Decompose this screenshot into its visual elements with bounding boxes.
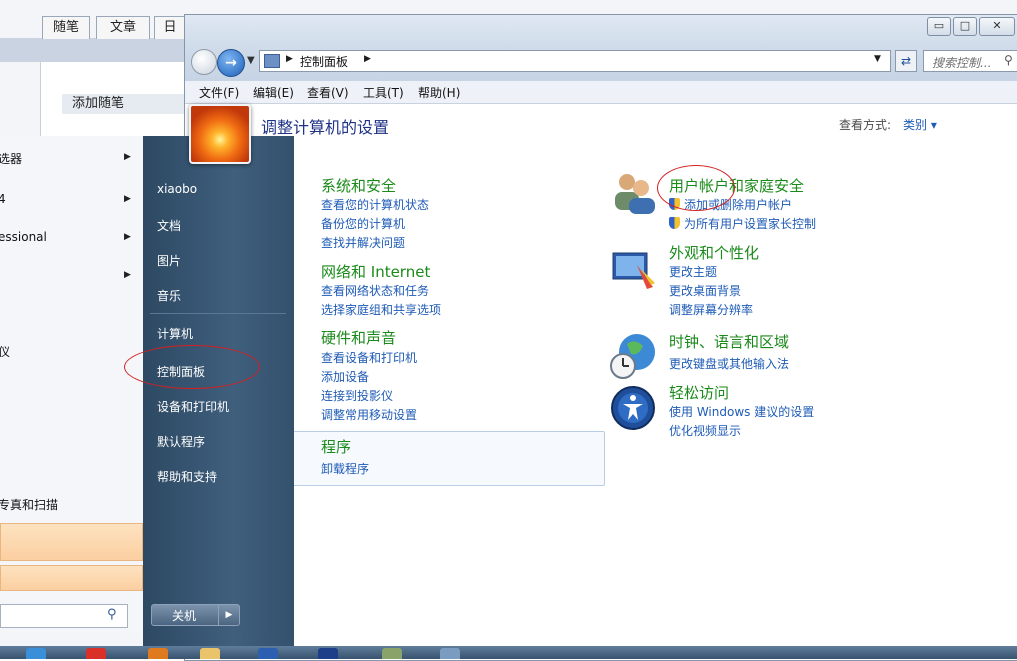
user-avatar[interactable] [189,104,251,164]
start-menu-right-pane [143,136,294,646]
link-screen-resolution[interactable]: 调整屏幕分辨率 [669,301,753,318]
link-change-input-methods[interactable]: 更改键盘或其他输入法 [669,355,789,372]
menu-tools[interactable]: 工具(T) [363,84,404,101]
search-input[interactable]: 搜索控制... ⚲ [923,50,1017,72]
recent-pages-dropdown[interactable]: ▼ [247,55,255,66]
start-documents[interactable]: 文档 [157,217,181,234]
search-icon[interactable]: ⚲ [1004,53,1013,67]
start-program-item[interactable]: 选器 [0,150,22,167]
menu-bar: 文件(F) 编辑(E) 查看(V) 工具(T) 帮助(H) [185,81,1017,104]
start-default-programs[interactable]: 默认程序 [157,433,205,450]
app-icon[interactable] [86,648,106,659]
refresh-button[interactable]: ⇄ [895,50,917,72]
category-programs[interactable]: 程序 [321,436,351,457]
tab-posts[interactable]: 随笔 [42,16,90,39]
submenu-arrow-icon: ▶ [124,194,131,204]
menu-help[interactable]: 帮助(H) [418,84,460,101]
search-icon[interactable]: ⚲ [107,607,117,622]
start-help-support[interactable]: 帮助和支持 [157,468,217,485]
shutdown-label: 关机 [172,609,197,623]
submenu-arrow-icon: ▶ [124,232,131,242]
submenu-arrow-icon: ▶ [124,270,131,280]
category-clock-language[interactable]: 时钟、语言和区域 [669,331,789,352]
link-uninstall-program[interactable]: 卸载程序 [321,460,369,477]
firefox-icon[interactable] [148,648,168,659]
start-search-input[interactable]: ⚲ [0,604,128,628]
app-icon[interactable] [318,648,338,659]
tab-diary[interactable]: 日 [154,16,186,39]
start-computer[interactable]: 计算机 [157,325,193,342]
appearance-icon [612,252,655,289]
start-program-item[interactable]: essional [0,230,47,244]
clock-language-region-icon [610,334,655,379]
menu-view[interactable]: 查看(V) [307,84,349,101]
page-title: 调整计算机的设置 [261,118,390,137]
menu-file[interactable]: 文件(F) [199,84,239,101]
tab-articles[interactable]: 文章 [96,16,150,39]
background-header [0,38,190,62]
explorer-icon[interactable] [200,648,220,659]
breadcrumb-arrow-icon[interactable]: ▶ [286,54,293,64]
view-by-dropdown[interactable]: 类别 ▾ [903,116,937,133]
category-hardware-sound[interactable]: 硬件和声音 [321,327,396,348]
app-icon[interactable] [382,648,402,659]
link-network-status[interactable]: 查看网络状态和任务 [321,282,429,299]
category-appearance[interactable]: 外观和个性化 [669,242,759,263]
ie-icon[interactable] [26,648,46,659]
category-system-security[interactable]: 系统和安全 [321,175,396,196]
submenu-arrow-icon: ▶ [124,152,131,162]
start-devices-printers[interactable]: 设备和打印机 [157,398,229,415]
start-program-item[interactable]: 4 [0,192,6,206]
category-network-internet[interactable]: 网络和 Internet [321,261,430,282]
start-user-folder[interactable]: xiaobo [157,182,197,196]
link-connect-projector[interactable]: 连接到投影仪 [321,387,393,404]
start-music[interactable]: 音乐 [157,287,181,304]
user-accounts-icon [615,174,655,214]
link-parental-controls[interactable]: 为所有用户设置家长控制 [669,215,816,232]
address-bar[interactable]: ▶ 控制面板 ▶ ▼ [259,50,891,72]
close-button[interactable]: ✕ [979,17,1015,36]
annotation-circle [657,165,735,211]
link-backup-computer[interactable]: 备份您的计算机 [321,215,405,232]
control-panel-taskbar-icon[interactable] [440,648,460,659]
menu-edit[interactable]: 编辑(E) [253,84,294,101]
uac-shield-icon [669,217,680,229]
link-add-device[interactable]: 添加设备 [321,368,369,385]
link-change-theme[interactable]: 更改主题 [669,263,717,280]
minimize-button[interactable]: ▭ [927,17,951,36]
address-dropdown-icon[interactable]: ▼ [874,54,881,64]
view-by-label: 查看方式: [839,118,892,132]
add-post-button[interactable]: 添加随笔 [62,94,200,114]
control-panel-icon [264,54,280,68]
start-divider [150,313,286,314]
link-mobility-settings[interactable]: 调整常用移动设置 [321,406,417,423]
start-pictures[interactable]: 图片 [157,252,181,269]
link-troubleshoot[interactable]: 查找并解决问题 [321,234,405,251]
shutdown-options-arrow[interactable]: ▶ [218,605,239,625]
link-optimize-display[interactable]: 优化视频显示 [669,422,741,439]
mail-icon[interactable] [258,648,278,659]
shutdown-button[interactable]: 关机 ▶ [151,604,240,626]
link-homegroup-sharing[interactable]: 选择家庭组和共享选项 [321,301,441,318]
link-desktop-background[interactable]: 更改桌面背景 [669,282,741,299]
view-by-value[interactable]: 类别 [903,118,927,132]
back-button[interactable] [191,49,217,75]
search-placeholder: 搜索控制... [932,56,992,70]
ease-of-access-icon [611,386,655,430]
start-all-programs-highlight[interactable] [0,565,143,591]
breadcrumb-control-panel[interactable]: 控制面板 [300,53,348,70]
start-program-item[interactable]: 专真和扫描 [0,496,58,513]
forward-button[interactable]: → [217,49,245,77]
start-program-item[interactable]: 仪 [0,343,10,360]
breadcrumb-arrow-icon[interactable]: ▶ [364,54,371,64]
link-devices-printers[interactable]: 查看设备和打印机 [321,349,417,366]
start-pinned-highlight[interactable] [0,523,143,561]
link-view-computer-status[interactable]: 查看您的计算机状态 [321,196,429,213]
maximize-button[interactable]: □ [953,17,977,36]
annotation-circle [124,345,260,389]
link-recommended-settings[interactable]: 使用 Windows 建议的设置 [669,403,814,420]
control-panel-window: ▭ □ ✕ → ▼ ▶ 控制面板 ▶ ▼ ⇄ 搜索控制... ⚲ 文件(F) 编… [184,14,1017,661]
category-ease-of-access[interactable]: 轻松访问 [669,382,729,403]
control-panel-content: 调整计算机的设置 查看方式: 类别 ▾ 系统和安全 查看您的计算机状态 备份您的… [185,104,1017,660]
